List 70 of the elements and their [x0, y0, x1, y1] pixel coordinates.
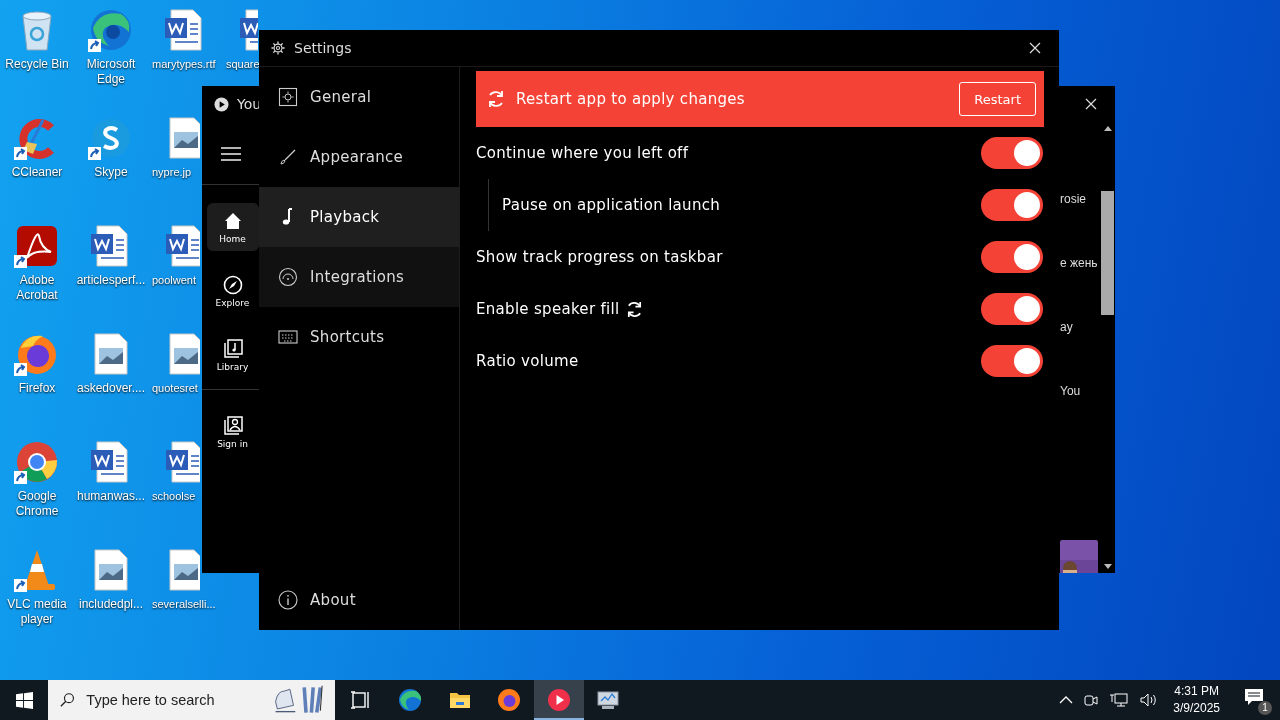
icon-label[interactable]: quotesret: [152, 381, 198, 396]
settings-nav-item[interactable]: Playback: [259, 187, 459, 247]
list-text[interactable]: е жень: [1060, 256, 1098, 320]
icon-label[interactable]: poolwent: [152, 273, 197, 288]
toggle-switch[interactable]: [981, 293, 1043, 325]
icon-label[interactable]: Google Chrome: [1, 489, 73, 519]
close-icon[interactable]: [1085, 98, 1097, 110]
camera-icon[interactable]: [1083, 692, 1100, 708]
search-box[interactable]: Type here to search: [48, 680, 335, 720]
clock-time[interactable]: 4:31 PM: [1174, 683, 1219, 700]
icon-label[interactable]: Recycle Bin: [1, 57, 73, 72]
compass-icon: [222, 274, 243, 295]
toggle-switch[interactable]: [981, 189, 1043, 221]
settings-nav-item[interactable]: Integrations: [259, 247, 459, 307]
list-text[interactable]: rosie: [1060, 192, 1086, 256]
nav-item[interactable]: Library: [206, 331, 259, 379]
play-icon[interactable]: [534, 680, 584, 720]
toggle-switch[interactable]: [981, 137, 1043, 169]
option-label: Ratio volume: [476, 352, 579, 370]
windows-logo-icon: [15, 691, 33, 709]
clock-date[interactable]: 3/9/2025: [1173, 700, 1220, 717]
icon-label[interactable]: Firefox: [1, 381, 73, 396]
icon-label[interactable]: Adobe Acrobat: [1, 273, 73, 303]
icon-label[interactable]: schoolse: [152, 489, 196, 504]
icon-label[interactable]: humanwas...: [75, 489, 147, 504]
icon-label[interactable]: VLC media player: [1, 597, 73, 627]
network-icon[interactable]: [1109, 692, 1130, 708]
icon-label[interactable]: includedpl...: [75, 597, 147, 612]
search-icon: [60, 692, 75, 708]
restart-button[interactable]: Restart: [959, 82, 1036, 116]
info-icon: [278, 590, 298, 610]
profile-icon: [222, 415, 243, 436]
icon-label[interactable]: Microsoft Edge: [75, 57, 147, 87]
nav-item[interactable]: Explore: [206, 267, 259, 315]
settings-nav-item[interactable]: Shortcuts: [259, 307, 459, 367]
toggle-switch[interactable]: [981, 241, 1043, 273]
refresh-icon: [486, 89, 506, 109]
option-label: Show track progress on taskbar: [476, 248, 723, 266]
option-label: Continue where you left off: [476, 144, 689, 162]
window-title: Settings: [294, 40, 352, 56]
nav-item[interactable]: Sign in: [206, 408, 259, 456]
notification-count: 1: [1258, 701, 1272, 715]
list-text[interactable]: ay: [1060, 320, 1073, 384]
option-label: Pause on application launch: [502, 196, 721, 214]
search-field[interactable]: Type here to search: [84, 691, 259, 709]
chevron-up-icon[interactable]: [1059, 695, 1074, 705]
list-text[interactable]: You: [1060, 384, 1081, 448]
close-icon[interactable]: [1029, 42, 1041, 54]
radar-icon: [278, 267, 298, 287]
settings-nav-item[interactable]: Appearance: [259, 127, 459, 187]
brush-icon: [278, 147, 298, 167]
icon-label[interactable]: severalselli...: [152, 597, 216, 612]
notification-icon[interactable]: [1244, 688, 1264, 706]
icon-label[interactable]: marytypes.rtf: [152, 57, 216, 72]
icon-label[interactable]: Skype: [75, 165, 147, 180]
icon-label[interactable]: square: [226, 57, 260, 72]
play-icon: [214, 96, 229, 112]
about-link[interactable]: About: [259, 570, 459, 630]
library-icon: [222, 338, 243, 359]
icon-label[interactable]: askedover....: [75, 381, 147, 396]
icon-label[interactable]: CCleaner: [1, 165, 73, 180]
settings-nav-item[interactable]: General: [259, 67, 459, 127]
icon-label[interactable]: nypre.jp: [152, 165, 192, 180]
banner-text: Restart app to apply changes: [516, 90, 745, 108]
option-label: Enable speaker fill: [476, 300, 620, 318]
toggle-switch[interactable]: [981, 345, 1043, 377]
nav-item[interactable]: Home: [206, 203, 259, 251]
menu-icon[interactable]: [220, 146, 241, 162]
icon-label[interactable]: articlesperf...: [75, 273, 147, 288]
keyboard-icon: [278, 327, 298, 347]
